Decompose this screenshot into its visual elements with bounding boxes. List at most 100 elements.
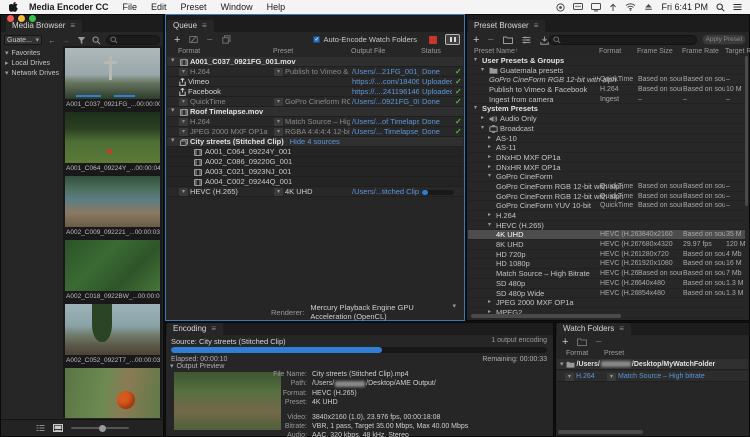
- preset-col-target-r[interactable]: Target R: [725, 48, 750, 55]
- preset-col-preset-name[interactable]: Preset Name ↑: [474, 48, 515, 55]
- preset-row[interactable]: Ingest from camera Ingest – – –: [468, 95, 745, 105]
- preset-settings-icon[interactable]: [522, 36, 531, 44]
- preset-dropdown[interactable]: ▾: [274, 188, 283, 196]
- chevron-down-icon[interactable]: ▾: [171, 57, 175, 64]
- format-dropdown[interactable]: ▾: [179, 98, 188, 106]
- preset-row[interactable]: ▾ HEVC (H.265): [468, 221, 745, 231]
- pause-queue-button[interactable]: [445, 34, 460, 45]
- chevron-right-icon[interactable]: ▸: [488, 134, 491, 144]
- preset-row[interactable]: ▸ Audio Only: [468, 114, 745, 124]
- list-view-icon[interactable]: [36, 424, 45, 432]
- preset-row[interactable]: Match Source – High Bitrate HEVC (H.265)…: [468, 269, 745, 279]
- preset-row[interactable]: ▾ Guatemala presets: [468, 66, 745, 76]
- chevron-right-icon[interactable]: ▸: [488, 163, 491, 173]
- updates-icon[interactable]: [609, 3, 617, 12]
- tab-watch-folders[interactable]: Watch Folders ≡: [557, 323, 631, 335]
- preset-row-selected[interactable]: 4K UHD HEVC (H.265) 3840x2160 Based on s…: [468, 230, 745, 240]
- preset-row[interactable]: HD 720p HEVC (H.265) 1280x720 Based on s…: [468, 250, 745, 260]
- stop-queue-button[interactable]: [429, 36, 437, 44]
- queue-output-row[interactable]: ▾QuickTime ▾GoPro Cineform RGB 12... /Us…: [167, 97, 463, 107]
- preset-row[interactable]: ▾ Broadcast: [468, 124, 745, 134]
- chevron-down-icon[interactable]: ▾: [481, 124, 484, 134]
- menu-media-encoder-cc[interactable]: Media Encoder CC: [22, 0, 116, 14]
- queue-source-row[interactable]: ▾ City streets (Stitched Clip)Hide 4 sou…: [167, 137, 463, 147]
- display-icon[interactable]: [591, 3, 601, 12]
- eject-icon[interactable]: [644, 3, 653, 11]
- output-file-link[interactable]: https://....24119614602283: [352, 87, 419, 97]
- menu-preset[interactable]: Preset: [174, 0, 214, 14]
- menu-help[interactable]: Help: [260, 0, 293, 14]
- minimize-window-button[interactable]: [18, 15, 25, 22]
- preset-row[interactable]: HD 1080p HEVC (H.265) 1920x1080 Based on…: [468, 259, 745, 269]
- add-watch-folder-button[interactable]: +: [562, 337, 568, 347]
- wifi-icon[interactable]: [625, 3, 636, 11]
- output-file-link[interactable]: /Users/...of Timelapse.mp4: [352, 117, 419, 127]
- menu-bar-clock[interactable]: Fri 6:41 PM: [661, 2, 708, 12]
- horizontal-scrollbar[interactable]: [558, 430, 643, 434]
- panel-menu-icon[interactable]: ≡: [211, 325, 216, 333]
- delete-preset-button[interactable]: −: [487, 35, 493, 45]
- panel-menu-icon[interactable]: ≡: [202, 22, 207, 30]
- preset-dropdown[interactable]: ▾: [274, 68, 283, 76]
- folder-icon[interactable]: [577, 338, 587, 346]
- preset-row[interactable]: GoPro CineForm YUV 10-bit QuickTime Base…: [468, 201, 745, 211]
- preset-dropdown[interactable]: ▾: [274, 128, 283, 136]
- spotlight-search-icon[interactable]: [716, 3, 725, 12]
- stitched-source-row[interactable]: A003_C021_0923NJ_001: [167, 167, 463, 177]
- output-preview-toggle[interactable]: ▾ Output Preview: [170, 363, 224, 370]
- preset-col-frame-size[interactable]: Frame Size: [637, 48, 673, 55]
- close-window-button[interactable]: [7, 15, 14, 22]
- preset-row[interactable]: SD 480p HEVC (H.265) 640x480 Based on so…: [468, 279, 745, 289]
- queue-output-row[interactable]: ▾H.264 ▾Match Source – High bitr... /Use…: [167, 117, 463, 127]
- menu-window[interactable]: Window: [214, 0, 260, 14]
- chevron-down-icon[interactable]: ▾: [5, 50, 9, 57]
- queue-source-row[interactable]: ▾ Roof Timelapse.mov: [167, 107, 463, 117]
- output-file-link[interactable]: /Users/...21FG_001_1.mp4: [352, 67, 419, 77]
- duplicate-button[interactable]: [222, 35, 231, 44]
- media-search-input[interactable]: [106, 35, 160, 45]
- preset-col-format[interactable]: Format: [599, 48, 621, 55]
- preset-row[interactable]: ▸ JPEG 2000 MXF OP1a: [468, 298, 745, 308]
- format-dropdown[interactable]: ▾: [179, 68, 188, 76]
- panel-menu-icon[interactable]: ≡: [619, 325, 624, 333]
- chevron-down-icon[interactable]: ▾: [488, 172, 491, 182]
- format-dropdown[interactable]: ▾: [179, 188, 188, 196]
- preset-dropdown[interactable]: ▾: [274, 98, 283, 106]
- clip-thumbnail-jungle-aerial[interactable]: [65, 240, 160, 291]
- media-clip[interactable]: A002_C018_0922BW_...00:00:08:13: [65, 240, 160, 302]
- renderer-dropdown[interactable]: Mercury Playback Engine GPU Acceleration…: [310, 303, 464, 321]
- tree-item-local-drives[interactable]: ▸Local Drives: [1, 58, 61, 68]
- clip-thumbnail-rock-overlook[interactable]: [65, 304, 160, 355]
- chevron-down-icon[interactable]: ▾: [474, 104, 477, 114]
- preset-row[interactable]: GoPro CineForm RGB 12-bit with alpha (Al…: [468, 75, 745, 85]
- menu-file[interactable]: File: [116, 0, 145, 14]
- chevron-down-icon[interactable]: ▾: [5, 70, 9, 77]
- menu-edit[interactable]: Edit: [144, 0, 174, 14]
- queue-output-row[interactable]: ▾JPEG 2000 MXF OP1a ▾RGBA 4:4:4:4 12-bit…: [167, 127, 463, 137]
- output-file-link[interactable]: https://....com/184066142: [352, 77, 419, 87]
- preset-row[interactable]: ▸ AS-10: [468, 134, 745, 144]
- thumbnail-size-slider[interactable]: [71, 427, 129, 429]
- chevron-right-icon[interactable]: ▸: [488, 211, 491, 221]
- media-clip[interactable]: A002_C009_092221_...00:00:03:04: [65, 176, 160, 238]
- preset-row[interactable]: 8K UHD HEVC (H.265) 7680x4320 29.97 fps …: [468, 240, 745, 250]
- chevron-right-icon[interactable]: ▸: [488, 153, 491, 163]
- chevron-right-icon[interactable]: ▸: [481, 114, 484, 124]
- preset-row[interactable]: ▸ H.264: [468, 211, 745, 221]
- back-button[interactable]: ←: [48, 36, 56, 45]
- chevron-right-icon[interactable]: ▸: [488, 298, 491, 308]
- panel-menu-icon[interactable]: ≡: [70, 22, 75, 30]
- preset-dropdown[interactable]: ▾: [607, 373, 616, 381]
- preset-row[interactable]: ▾ System Presets: [468, 104, 745, 114]
- remove-watch-folder-button[interactable]: −: [595, 337, 601, 347]
- preset-row[interactable]: GoPro CineForm RGB 12-bit with alpha Qui…: [468, 182, 745, 192]
- watch-folder-output-row[interactable]: ▾ H.264 ▾ Match Source – High bitrate: [557, 371, 748, 382]
- media-clip[interactable]: A001_C037_0921FG_...00:00:00:20: [65, 48, 160, 110]
- preset-row[interactable]: ▾ GoPro CineForm: [468, 172, 745, 182]
- format-dropdown[interactable]: ▾: [179, 118, 188, 126]
- tab-queue[interactable]: Queue ≡: [167, 20, 214, 32]
- preset-search-input[interactable]: [549, 35, 697, 45]
- vertical-scrollbar[interactable]: [745, 56, 748, 206]
- stitched-source-row[interactable]: A002_C086_09220G_001: [167, 157, 463, 167]
- watch-folder-path-row[interactable]: ▾ /Users//Desktop/MyWatchFolder: [557, 359, 748, 370]
